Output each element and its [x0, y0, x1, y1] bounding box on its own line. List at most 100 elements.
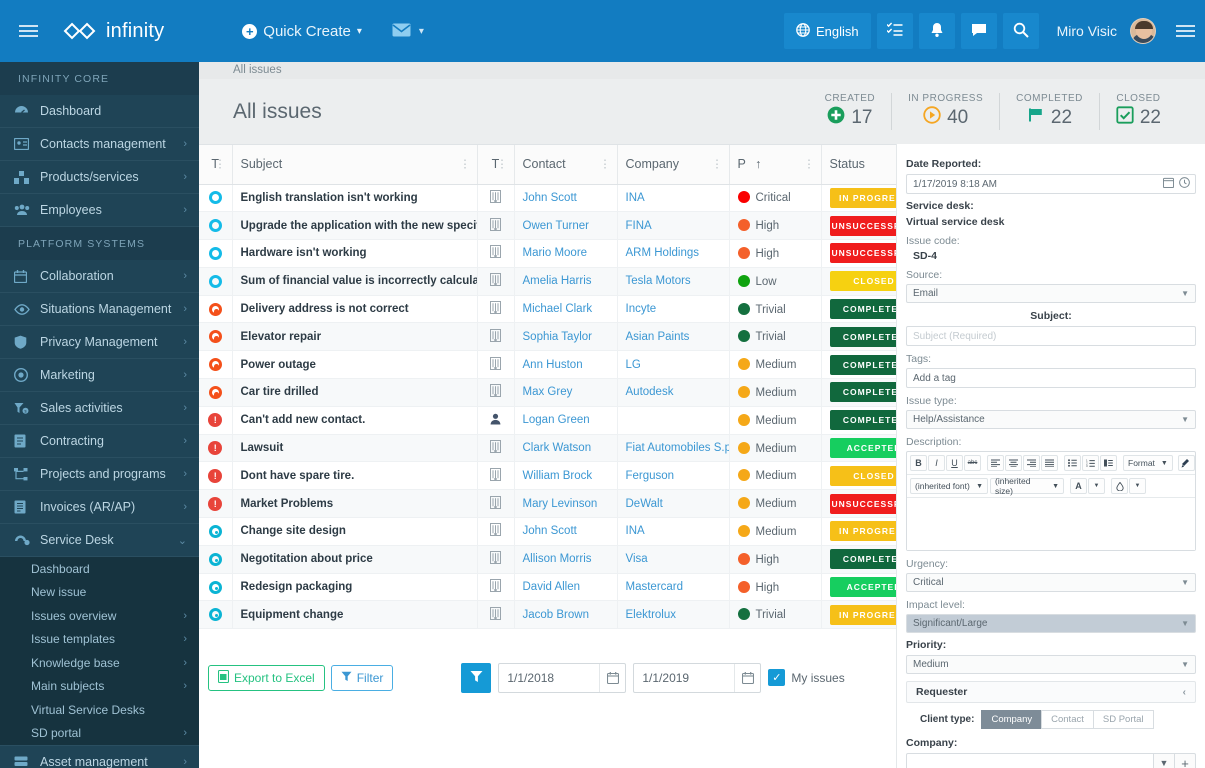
- align-right-icon[interactable]: [1023, 455, 1040, 471]
- align-left-icon[interactable]: [987, 455, 1004, 471]
- user-name-label[interactable]: Miro Visic: [1057, 23, 1117, 39]
- cell-subject[interactable]: Redesign packaging: [232, 573, 478, 602]
- cell-company[interactable]: Incyte: [617, 295, 730, 324]
- cell-subject[interactable]: Elevator repair: [232, 322, 478, 352]
- language-button[interactable]: English: [783, 13, 871, 49]
- client-type-company-button[interactable]: Company: [981, 710, 1043, 729]
- italic-button[interactable]: I: [928, 455, 945, 471]
- description-textarea[interactable]: [907, 498, 1195, 550]
- sidebar-item-situations-management[interactable]: Situations Management ›: [0, 293, 199, 326]
- cell-contact[interactable]: Owen Turner: [514, 211, 618, 241]
- cell-subject[interactable]: Market Problems: [232, 489, 478, 519]
- kebab-icon[interactable]: ⋮: [600, 158, 611, 171]
- cell-subject[interactable]: Lawsuit: [232, 434, 478, 463]
- column-header-contact[interactable]: Contact ⋮: [514, 145, 618, 185]
- sidebar-subitem-knowledge-base[interactable]: Knowledge base ›: [0, 651, 199, 675]
- cell-contact[interactable]: Mario Moore: [514, 239, 618, 268]
- cell-company[interactable]: Ferguson: [617, 461, 730, 491]
- clock-icon[interactable]: [1179, 177, 1190, 191]
- apply-filter-button[interactable]: [461, 662, 492, 693]
- kebab-icon[interactable]: ⋮: [712, 158, 723, 171]
- column-header-company[interactable]: Company ⋮: [617, 145, 730, 185]
- export-to-excel-button[interactable]: Export to Excel: [208, 664, 325, 691]
- date-reported-input[interactable]: 1/17/2019 8:18 AM: [906, 174, 1196, 194]
- sidebar-item-collaboration[interactable]: Collaboration ›: [0, 260, 199, 293]
- cell-subject[interactable]: Can't add new contact.: [232, 406, 478, 435]
- table-row[interactable]: Hardware isn't working Mario Moore ARM Hol…: [199, 239, 896, 268]
- cell-company[interactable]: Autodesk: [617, 378, 730, 407]
- cell-company[interactable]: Visa: [617, 545, 730, 574]
- cell-contact[interactable]: John Scott: [514, 517, 618, 546]
- cell-subject[interactable]: English translation isn't working: [232, 184, 478, 213]
- table-row[interactable]: Upgrade the application with the new spe…: [199, 211, 896, 241]
- tags-input[interactable]: Add a tag: [906, 368, 1196, 388]
- sidebar-item-sales-activities[interactable]: $ Sales activities ›: [0, 392, 199, 425]
- cell-subject[interactable]: Dont have spare tire.: [232, 461, 478, 491]
- column-header-contact-type[interactable]: T ⋮: [477, 145, 515, 185]
- company-dropdown-button[interactable]: ▼: [1154, 753, 1175, 768]
- cell-company[interactable]: Tesla Motors: [617, 267, 730, 296]
- calendar-icon[interactable]: [734, 663, 760, 692]
- cell-subject[interactable]: Equipment change: [232, 600, 478, 630]
- cell-contact[interactable]: Amelia Harris: [514, 267, 618, 296]
- cell-subject[interactable]: Sum of financial value is incorrectly ca…: [232, 267, 478, 296]
- table-row[interactable]: Change site design John Scott INA Medium IN …: [199, 517, 896, 546]
- cell-company[interactable]: Elektrolux: [617, 600, 730, 630]
- cell-contact[interactable]: Allison Morris: [514, 545, 618, 574]
- notifications-button[interactable]: [918, 13, 955, 49]
- tasks-button[interactable]: [876, 13, 913, 49]
- cell-subject[interactable]: Delivery address is not correct: [232, 295, 478, 324]
- highlight-dropdown-icon[interactable]: ▼: [1129, 478, 1146, 494]
- table-row[interactable]: Equipment change Jacob Brown Elektrolux Tri…: [199, 600, 896, 630]
- date-from-input[interactable]: 1/1/2018: [498, 662, 627, 693]
- source-select[interactable]: Email ▼: [906, 284, 1196, 303]
- highlight-icon[interactable]: [1111, 478, 1128, 494]
- sidebar-item-contacts-management[interactable]: Contacts management ›: [0, 128, 199, 161]
- sidebar-item-service-desk[interactable]: Service Desk ⌄: [0, 524, 199, 557]
- sidebar-subitem-main-subjects[interactable]: Main subjects ›: [0, 675, 199, 699]
- cell-company[interactable]: Mastercard: [617, 573, 730, 602]
- cell-contact[interactable]: Sophia Taylor: [514, 322, 618, 352]
- cell-company[interactable]: INA: [617, 184, 730, 213]
- kebab-icon[interactable]: ⋮: [460, 158, 471, 171]
- cell-company[interactable]: Asian Paints: [617, 322, 730, 352]
- text-color-button[interactable]: A: [1070, 478, 1087, 494]
- sidebar-item-invoices[interactable]: Invoices (AR/AP) ›: [0, 491, 199, 524]
- cell-company[interactable]: INA: [617, 517, 730, 546]
- requester-accordion[interactable]: Requester ‹: [906, 681, 1196, 703]
- table-row[interactable]: ! Dont have spare tire. William Brock Fergu…: [199, 461, 896, 491]
- sidebar-item-contracting[interactable]: Contracting ›: [0, 425, 199, 458]
- column-header-subject[interactable]: Subject ⋮: [232, 145, 478, 185]
- avatar[interactable]: [1130, 18, 1156, 44]
- client-type-sd-portal-button[interactable]: SD Portal: [1092, 710, 1154, 729]
- sidebar-item-asset-management[interactable]: Asset management ›: [0, 745, 199, 768]
- sidebar-subitem-new-issue[interactable]: New issue: [0, 581, 199, 605]
- strikethrough-button[interactable]: abc: [964, 455, 981, 471]
- cell-contact[interactable]: Max Grey: [514, 378, 618, 407]
- size-select[interactable]: (inherited size) ▼: [990, 476, 1064, 496]
- client-type-contact-button[interactable]: Contact: [1041, 710, 1094, 729]
- cell-subject[interactable]: Hardware isn't working: [232, 239, 478, 268]
- table-row[interactable]: Power outage Ann HustonLGMedium COMPLETED: [199, 350, 896, 380]
- stat-closed[interactable]: CLOSED 22: [1098, 93, 1177, 130]
- date-to-input[interactable]: 1/1/2019: [633, 662, 762, 693]
- kebab-icon[interactable]: ⋮: [804, 158, 815, 171]
- sidebar-item-privacy-management[interactable]: Privacy Management ›: [0, 326, 199, 359]
- table-row[interactable]: English translation isn't working John Sc…: [199, 184, 896, 213]
- cell-company[interactable]: Fiat Automobiles S.p.A.: [617, 434, 730, 463]
- subject-input[interactable]: Subject (Required): [906, 326, 1196, 346]
- sidebar-subitem-issues-overview[interactable]: Issues overview ›: [0, 604, 199, 628]
- kebab-icon[interactable]: ⋮: [497, 158, 508, 171]
- calendar-icon[interactable]: [599, 663, 625, 692]
- column-header-type[interactable]: T ⋮: [199, 145, 233, 185]
- sidebar-item-marketing[interactable]: Marketing ›: [0, 359, 199, 392]
- column-header-status[interactable]: Status ⋮: [821, 145, 896, 185]
- cell-contact[interactable]: Logan Green: [514, 406, 618, 435]
- table-row[interactable]: Redesign packaging David Allen Mastercard H…: [199, 573, 896, 602]
- chat-button[interactable]: [960, 13, 997, 49]
- number-list-icon[interactable]: 123: [1082, 455, 1099, 471]
- sidebar-subitem-issue-templates[interactable]: Issue templates ›: [0, 628, 199, 652]
- cell-company[interactable]: FINA: [617, 211, 730, 241]
- align-justify-icon[interactable]: [1041, 455, 1058, 471]
- cell-company[interactable]: LG: [617, 350, 730, 380]
